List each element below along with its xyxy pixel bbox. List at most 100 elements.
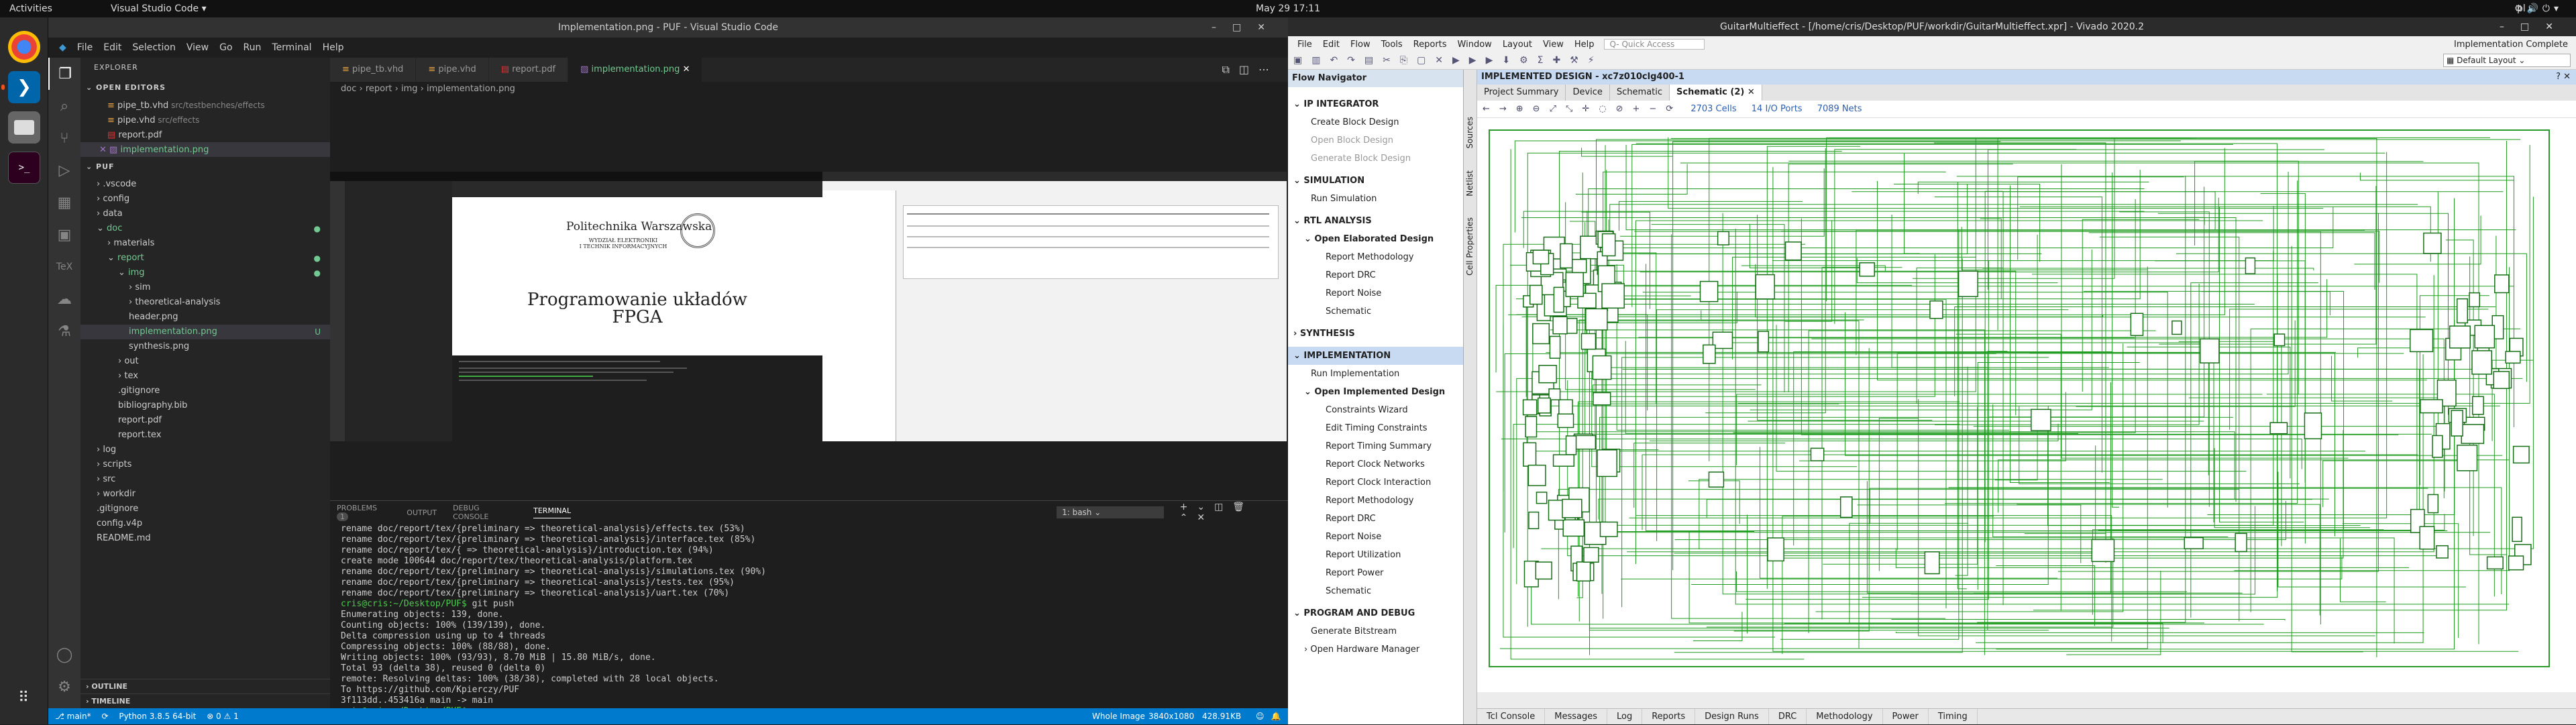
- tree-item[interactable]: bibliography.bib: [80, 398, 330, 413]
- flow-item[interactable]: Report Noise: [1288, 528, 1463, 546]
- tree-item[interactable]: .gitignore: [80, 384, 330, 398]
- tab-power[interactable]: Power: [1883, 709, 1929, 724]
- tree-item[interactable]: report.tex: [80, 428, 330, 443]
- tab-messages[interactable]: Messages: [1545, 709, 1607, 724]
- extensions-icon[interactable]: ▦: [48, 186, 80, 219]
- activities-button[interactable]: Activities: [9, 3, 52, 14]
- tree-item[interactable]: › tex: [80, 369, 330, 384]
- menu-help[interactable]: Help: [317, 42, 350, 53]
- tree-item[interactable]: header.png: [80, 310, 330, 325]
- flow-item[interactable]: Generate Bitstream: [1288, 622, 1463, 640]
- tab-methodology[interactable]: Methodology: [1807, 709, 1882, 724]
- system-tray-icon[interactable]: ⚙🔊⏻▾: [2514, 3, 2563, 14]
- tree-item[interactable]: › config: [80, 192, 330, 207]
- layout-select[interactable]: ▦ Default Layout ⌄: [2443, 54, 2571, 67]
- terminal-icon[interactable]: >_: [8, 152, 40, 184]
- open-editor-item[interactable]: ≡ pipe.vhd src/effects: [80, 113, 330, 127]
- image-zoom-status[interactable]: Whole Image: [1092, 708, 1145, 724]
- outline-section[interactable]: › OUTLINE: [80, 679, 330, 693]
- vscode-icon[interactable]: ❯: [8, 71, 40, 103]
- flow-item[interactable]: Report Utilization: [1288, 546, 1463, 564]
- side-tab-netlist[interactable]: Netlist: [1465, 170, 1474, 197]
- terminal-select[interactable]: 1: bash ⌄: [1057, 506, 1164, 518]
- vivado-menu-window[interactable]: Window: [1452, 40, 1497, 50]
- tree-item[interactable]: ⌄ doc●: [80, 221, 330, 236]
- vivado-menu-flow[interactable]: Flow: [1345, 40, 1376, 50]
- image-preview[interactable]: Politechnika Warszawska WYDZIAŁ ELEKTRON…: [330, 172, 1287, 441]
- menu-selection[interactable]: Selection: [127, 42, 181, 53]
- tree-item[interactable]: › .vscode: [80, 177, 330, 192]
- clock[interactable]: May 29 17:11: [1254, 3, 1322, 14]
- flow-item[interactable]: ⌄ RTL ANALYSIS: [1288, 212, 1463, 230]
- vivado-menu-view[interactable]: View: [1538, 40, 1569, 50]
- flow-item[interactable]: Open Block Design: [1288, 131, 1463, 150]
- flow-item[interactable]: Schematic: [1288, 582, 1463, 600]
- tree-item[interactable]: config.v4p: [80, 516, 330, 531]
- menu-file[interactable]: File: [72, 42, 98, 53]
- tree-item[interactable]: › theoretical-analysis: [80, 295, 330, 310]
- panel-tab-terminal[interactable]: TERMINAL: [533, 506, 571, 518]
- git-branch[interactable]: ⎇ main*: [48, 712, 91, 721]
- testing-icon[interactable]: ⚗: [48, 315, 80, 347]
- run-debug-icon[interactable]: ▷: [48, 154, 80, 186]
- flow-item[interactable]: ⌄ IMPLEMENTATION: [1288, 347, 1463, 365]
- gear-icon[interactable]: ⚙: [48, 671, 80, 703]
- side-tab-cell-properties[interactable]: Cell Properties: [1465, 217, 1474, 276]
- flow-item[interactable]: Report Timing Summary: [1288, 437, 1463, 455]
- flow-item[interactable]: Report DRC: [1288, 266, 1463, 284]
- editor-actions[interactable]: ⧉◫⋯: [702, 58, 1288, 82]
- show-apps-icon[interactable]: ⠿: [8, 681, 40, 714]
- tab-design-runs[interactable]: Design Runs: [1695, 709, 1769, 724]
- docker-icon[interactable]: ☁: [48, 283, 80, 315]
- tab-schematic-2[interactable]: Schematic (2) ✕: [1670, 85, 1762, 101]
- open-editor-item[interactable]: ≡ pipe_tb.vhd src/testbenches/effects: [80, 98, 330, 113]
- schematic-canvas[interactable]: [1477, 118, 2576, 692]
- tree-item[interactable]: README.md: [80, 531, 330, 546]
- tex-icon[interactable]: TeX: [48, 251, 80, 283]
- side-tab-sources[interactable]: Sources: [1465, 117, 1474, 148]
- menu-run[interactable]: Run: [238, 42, 267, 53]
- menu-view[interactable]: View: [181, 42, 214, 53]
- tree-item[interactable]: › src: [80, 472, 330, 487]
- tree-item[interactable]: implementation.pngU: [80, 325, 330, 339]
- workspace-root[interactable]: ⌄ PUF: [80, 157, 330, 177]
- flow-item[interactable]: Report Clock Networks: [1288, 455, 1463, 473]
- app-menu[interactable]: Visual Studio Code ▾: [111, 3, 207, 14]
- vivado-menu-help[interactable]: Help: [1569, 40, 1600, 50]
- tab-report-pdf[interactable]: ▤ report.pdf: [489, 58, 568, 82]
- flow-item[interactable]: Report Methodology: [1288, 248, 1463, 266]
- explorer-icon[interactable]: ❐: [48, 58, 80, 90]
- tree-item[interactable]: › sim: [80, 280, 330, 295]
- flow-item[interactable]: ⌄ PROGRAM AND DEBUG: [1288, 604, 1463, 622]
- io-ports-count[interactable]: 14 I/O Ports: [1752, 104, 1803, 114]
- vivado-menu-layout[interactable]: Layout: [1497, 40, 1538, 50]
- flow-item[interactable]: Report Noise: [1288, 284, 1463, 302]
- flow-item[interactable]: Constraints Wizard: [1288, 401, 1463, 419]
- tab-schematic[interactable]: Schematic: [1610, 85, 1670, 101]
- flow-item[interactable]: Generate Block Design: [1288, 150, 1463, 168]
- cells-count[interactable]: 2703 Cells: [1690, 104, 1736, 114]
- vivado-menu-file[interactable]: File: [1292, 40, 1318, 50]
- menu-edit[interactable]: Edit: [98, 42, 127, 53]
- menu-go[interactable]: Go: [214, 42, 237, 53]
- tree-item[interactable]: report.pdf: [80, 413, 330, 428]
- flow-item[interactable]: Report Methodology: [1288, 492, 1463, 510]
- tree-item[interactable]: › log: [80, 443, 330, 457]
- window-controls[interactable]: –□✕: [1212, 17, 1281, 38]
- python-interpreter[interactable]: Python 3.8.5 64-bit: [111, 712, 196, 721]
- terminal-output[interactable]: rename doc/report/tex/{preliminary => th…: [330, 524, 1288, 717]
- flow-item[interactable]: Run Implementation: [1288, 365, 1463, 383]
- tab-pipe[interactable]: ≡ pipe.vhd: [416, 58, 488, 82]
- panel-tab-debug-console[interactable]: DEBUG CONSOLE: [453, 504, 517, 521]
- sync-icon[interactable]: ⟳: [93, 712, 108, 721]
- flow-item[interactable]: Edit Timing Constraints: [1288, 419, 1463, 437]
- flow-item[interactable]: ⌄ Open Implemented Design: [1288, 383, 1463, 401]
- notifications-icon[interactable]: ☺🔔: [1256, 708, 1287, 724]
- tree-item[interactable]: .gitignore: [80, 502, 330, 516]
- problems-status[interactable]: ⊗ 0 ⚠ 1: [199, 712, 239, 721]
- flow-item[interactable]: Create Block Design: [1288, 113, 1463, 131]
- tab-pipe-tb[interactable]: ≡ pipe_tb.vhd: [330, 58, 416, 82]
- nets-count[interactable]: 7089 Nets: [1817, 104, 1862, 114]
- panel-tab-output[interactable]: OUTPUT: [407, 508, 437, 517]
- tab-implementation-png[interactable]: ▨ implementation.png ✕: [568, 58, 702, 82]
